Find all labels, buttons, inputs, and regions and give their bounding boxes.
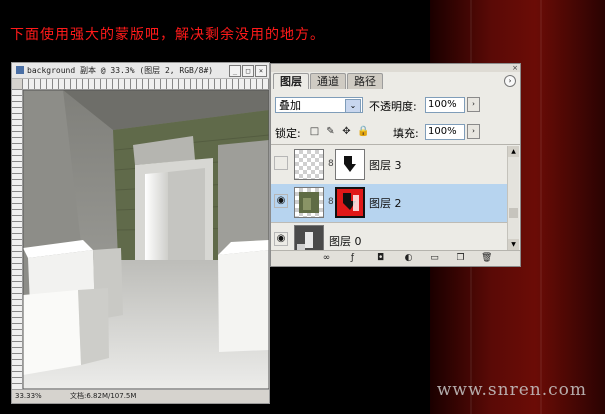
trash-icon[interactable]: 🗑 (481, 253, 492, 264)
eye-icon[interactable]: ◉ (274, 194, 288, 208)
opacity-slider-button[interactable]: › (467, 97, 480, 112)
document-window: background 副本 @ 33.3% (图层 2, RGB/8#) _ □… (11, 62, 270, 404)
vertical-ruler[interactable] (12, 89, 23, 389)
mask-shape-icon (343, 193, 359, 211)
divider (271, 144, 520, 145)
layers-scrollbar[interactable]: ▲ ▼ (507, 146, 519, 250)
document-canvas[interactable] (23, 90, 269, 389)
minimize-button[interactable]: _ (229, 65, 241, 77)
panel-tabs: 图层 通道 路径 (273, 73, 384, 89)
link-layers-icon[interactable]: ∞ (321, 253, 332, 264)
layer-thumbnail[interactable] (294, 225, 324, 250)
layer-row[interactable]: ◉ 8 图层 2 (271, 184, 507, 223)
panel-drag-bar[interactable] (271, 64, 520, 72)
layer-mask-thumbnail[interactable] (335, 149, 365, 180)
new-layer-icon[interactable]: ❐ (455, 253, 466, 264)
maximize-button[interactable]: □ (242, 65, 254, 77)
opacity-label: 不透明度: (369, 100, 417, 113)
scroll-thumb[interactable] (509, 208, 518, 218)
opacity-input[interactable]: 100% (425, 97, 465, 113)
panel-bottom-toolbar: ∞ ƒ ◘ ◐ ▭ ❐ 🗑 (271, 250, 520, 266)
new-group-icon[interactable]: ▭ (429, 253, 440, 264)
layer-style-icon[interactable]: ƒ (347, 253, 358, 264)
lock-pixels-icon[interactable]: ✎ (325, 126, 336, 137)
scroll-up-icon[interactable]: ▲ (508, 146, 519, 157)
window-buttons: _ □ × (229, 65, 267, 77)
document-title: background 副本 @ 33.3% (图层 2, RGB/8#) (27, 66, 214, 75)
fill-label: 填充: (393, 127, 419, 140)
layer-name[interactable]: 图层 3 (369, 157, 402, 173)
lock-label: 锁定: (275, 127, 301, 140)
site-watermark: www.snren.com (436, 380, 587, 400)
document-size[interactable]: 文档:6.82M/107.5M (70, 390, 136, 403)
headline-text: 下面使用强大的蒙版吧，解决剩余没用的地方。 (10, 27, 325, 43)
panel-close-icon[interactable]: × (511, 64, 519, 72)
tab-layers[interactable]: 图层 (273, 73, 309, 89)
layer-row[interactable]: ◉ 图层 0 (271, 222, 507, 250)
tab-channels[interactable]: 通道 (310, 73, 346, 89)
eye-icon[interactable]: ◉ (274, 232, 288, 246)
room-thumb (295, 226, 323, 250)
layer-mask-thumbnail[interactable] (335, 187, 365, 218)
lock-position-icon[interactable]: ✥ (341, 126, 352, 137)
add-mask-icon[interactable]: ◘ (375, 253, 386, 264)
layer-row[interactable]: 8 图层 3 (271, 146, 507, 185)
layers-panel: × 图层 通道 路径 › 叠加 ⌄ 不透明度: 100% › 锁定: □ ✎ ✥… (270, 63, 521, 267)
zoom-level[interactable]: 33.33% (15, 390, 42, 403)
blend-opacity-row: 叠加 ⌄ 不透明度: 100% › (275, 97, 516, 115)
photoshop-doc-icon (16, 66, 24, 74)
fill-input[interactable]: 100% (425, 124, 465, 140)
layers-list: 8 图层 3 ◉ 8 图层 2 ◉ 图层 0 (271, 146, 507, 250)
layer-thumbnail[interactable] (294, 149, 324, 180)
layer-name[interactable]: 图层 0 (329, 233, 362, 249)
horizontal-ruler[interactable] (22, 79, 269, 90)
blend-mode-select[interactable]: 叠加 ⌄ (275, 97, 363, 113)
elevator-room-image (23, 90, 269, 389)
lock-transparency-icon[interactable]: □ (309, 126, 320, 137)
fill-slider-button[interactable]: › (467, 124, 480, 139)
chevron-down-icon[interactable]: ⌄ (345, 99, 361, 113)
close-button[interactable]: × (255, 65, 267, 77)
layer-thumbnail[interactable] (294, 187, 324, 218)
tab-paths[interactable]: 路径 (347, 73, 383, 89)
wall-texture-thumb (299, 192, 319, 213)
mask-shape-icon (344, 156, 356, 172)
lock-all-icon[interactable]: 🔒 (357, 126, 369, 137)
scroll-down-icon[interactable]: ▼ (508, 239, 519, 250)
visibility-toggle[interactable] (274, 156, 288, 170)
document-status-bar: 33.33% 文档:6.82M/107.5M (12, 389, 269, 403)
adjustment-layer-icon[interactable]: ◐ (403, 253, 414, 264)
panel-menu-icon[interactable]: › (504, 75, 516, 87)
background-streak (540, 0, 542, 414)
layer-name[interactable]: 图层 2 (369, 195, 402, 211)
link-chain-icon[interactable]: 8 (328, 159, 334, 169)
link-chain-icon[interactable]: 8 (328, 197, 334, 207)
blend-mode-value: 叠加 (279, 99, 301, 112)
document-title-bar[interactable]: background 副本 @ 33.3% (图层 2, RGB/8#) _ □… (12, 63, 269, 79)
lock-fill-row: 锁定: □ ✎ ✥ 🔒 填充: 100% › (275, 124, 516, 142)
